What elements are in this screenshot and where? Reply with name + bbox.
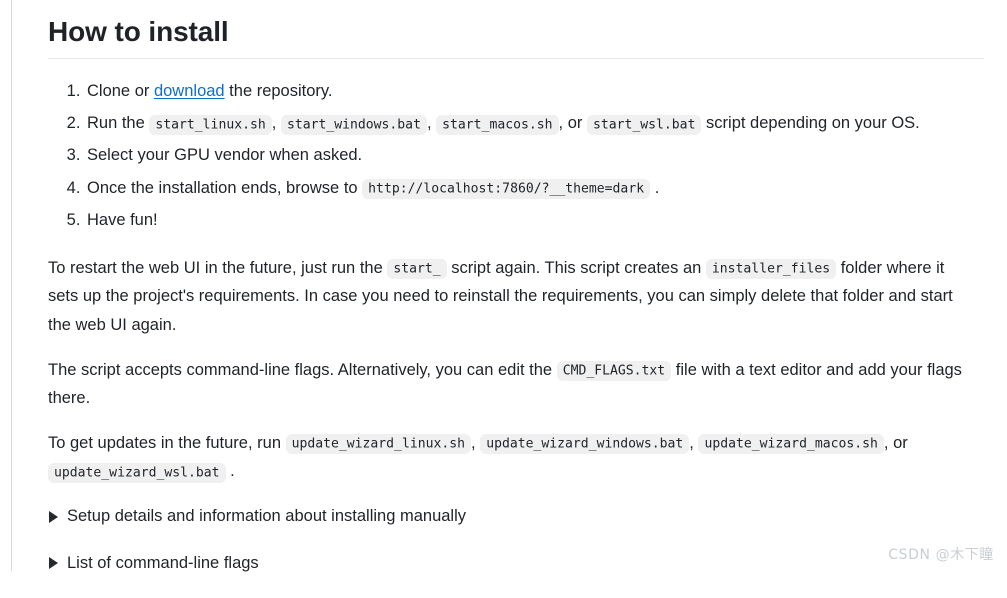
code-start-macos: start_macos.sh [436,114,559,135]
list-item-clone: Clone or download the repository. [85,75,979,107]
code-update-wizard-wsl: update_wizard_wsl.bat [48,462,226,483]
comma-3: , [558,114,564,133]
or-word-steps: or [567,114,583,133]
article-content: How to install Clone or download the rep… [0,0,1007,598]
code-start-linux: start_linux.sh [149,114,272,135]
paragraph-updates: To get updates in the future, run update… [48,429,978,486]
page-title: How to install [48,16,229,47]
details-setup[interactable]: Setup details and information about inst… [48,505,979,528]
list-item-browse: Once the installation ends, browse to ht… [85,172,979,204]
step-browse-text-before: Once the installation ends, browse to [87,178,363,197]
para-restart-part1: To restart the web UI in the future, jus… [48,258,388,277]
code-start-windows: start_windows.bat [280,114,427,135]
comma-2: , [426,114,432,133]
step-fun-text: Have fun! [87,210,158,229]
details-flags[interactable]: List of command-line flags [48,552,979,575]
download-link[interactable]: download [154,82,225,100]
step-run-text-after: script depending on your OS. [706,114,920,133]
comma-6: , [883,433,889,452]
collapsed-triangle-icon [49,557,58,570]
list-item-gpu: Select your GPU vendor when asked. [85,139,979,171]
para-flags-part1: The script accepts command-line flags. A… [48,360,557,379]
collapsible-sections: Setup details and information about inst… [48,505,979,574]
watermark: CSDN @木下瞳 [888,547,994,563]
details-flags-label: List of command-line flags [67,553,259,572]
code-start-wsl: start_wsl.bat [586,114,702,135]
or-word-updates: or [893,433,908,452]
comma-4: , [471,433,476,452]
comma-5: , [689,433,694,452]
collapsed-triangle-icon [49,511,58,524]
step-browse-text-after: . [654,178,660,197]
step-run-text-before: Run the [87,114,150,133]
comma-1: , [271,114,277,133]
code-installer-files: installer_files [705,259,837,280]
para-restart-part2: script again. This script creates an [446,258,706,277]
para-updates-part1: To get updates in the future, run [48,433,286,452]
code-start-prefix: start_ [387,259,447,280]
code-update-wizard-macos: update_wizard_macos.sh [698,434,884,455]
code-cmd-flags-txt: CMD_FLAGS.txt [556,361,672,382]
details-setup-label: Setup details and information about inst… [67,507,466,526]
title-divider [48,58,984,59]
code-localhost-url: http://localhost:7860/?__theme=dark [362,179,651,200]
step-gpu-text: Select your GPU vendor when asked. [87,146,363,165]
step-clone-text-before: Clone or [87,82,154,100]
code-update-wizard-linux: update_wizard_linux.sh [285,434,472,455]
paragraph-restart: To restart the web UI in the future, jus… [48,254,978,339]
install-steps-list: Clone or download the repository. Run th… [48,75,979,236]
para-updates-end: . [230,462,235,481]
list-item-run: Run the start_linux.sh, start_windows.ba… [85,107,979,139]
list-item-have-fun: Have fun! [85,204,979,236]
code-update-wizard-windows: update_wizard_windows.bat [480,434,690,455]
paragraph-flags: The script accepts command-line flags. A… [48,356,978,413]
step-clone-text-after: the repository. [224,82,333,100]
